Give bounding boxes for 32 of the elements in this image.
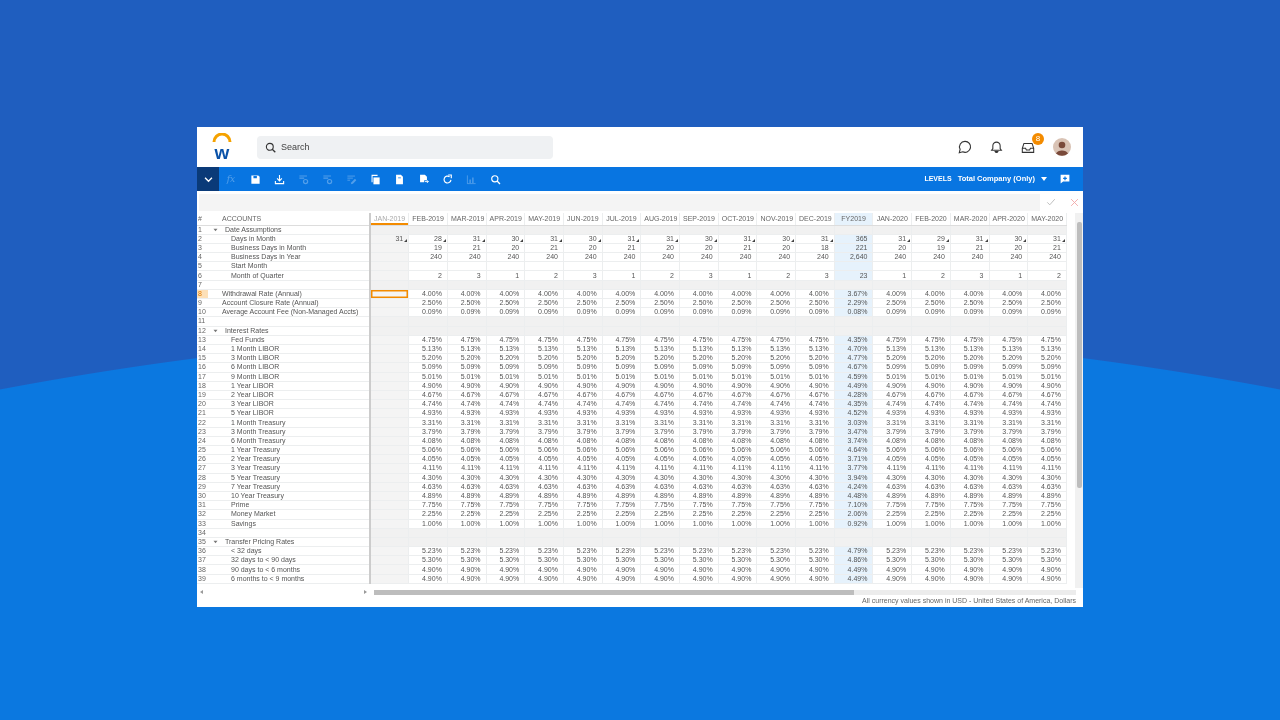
scroll-right-icon: [364, 590, 367, 594]
list-gear-icon: [321, 173, 333, 185]
close-icon: [1070, 197, 1079, 207]
caret-icon: [1041, 177, 1047, 181]
user-silhouette-icon: [1053, 138, 1071, 156]
download-icon: [273, 173, 285, 185]
notification-badge: 8: [1032, 132, 1044, 145]
check-icon: [1046, 197, 1056, 207]
notifications-button[interactable]: [990, 140, 1003, 154]
bell-icon: [990, 140, 1003, 154]
horizontal-scrollbar[interactable]: [374, 589, 1076, 595]
chat-bubble-icon: [958, 140, 972, 154]
list-gear-icon: [297, 173, 309, 185]
list-pencil-icon: [345, 173, 357, 185]
document-icon: [393, 173, 405, 185]
bar-chart-icon: [465, 173, 477, 185]
inbox-button[interactable]: [1021, 140, 1035, 154]
vertical-scrollbar[interactable]: [1075, 213, 1083, 588]
refresh-icon: [441, 173, 453, 185]
search-field[interactable]: Search: [257, 135, 553, 159]
scrollbar-thumb[interactable]: [374, 589, 854, 595]
document-arrow-icon: [417, 173, 429, 185]
copy-icon: [369, 173, 381, 185]
comment-icon: [1060, 174, 1070, 184]
logo: w: [209, 132, 235, 162]
scrollbar-thumb[interactable]: [1076, 222, 1082, 488]
menu-button[interactable]: [197, 167, 219, 191]
chat-button[interactable]: [958, 140, 972, 154]
search-icon: [489, 173, 501, 185]
scroll-left-icon: [200, 590, 203, 594]
avatar[interactable]: [1053, 138, 1071, 156]
tray-icon: [1021, 140, 1035, 154]
